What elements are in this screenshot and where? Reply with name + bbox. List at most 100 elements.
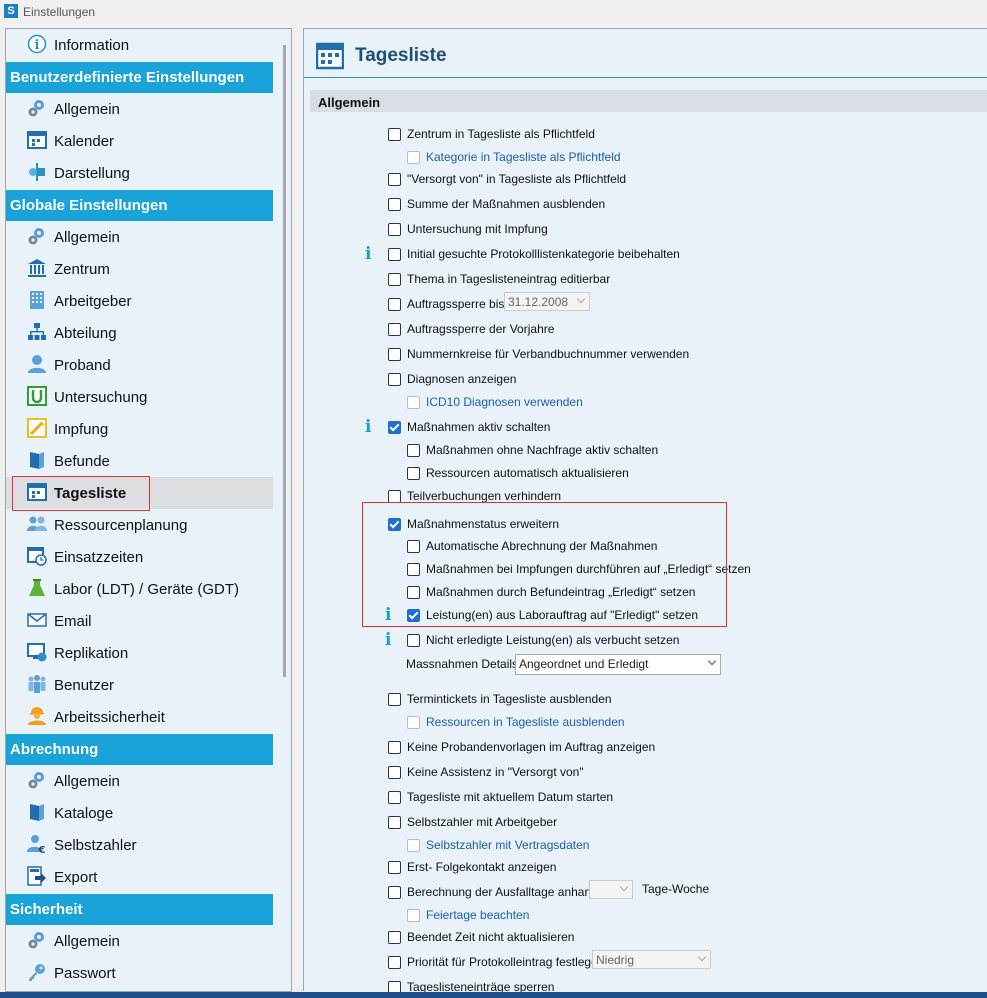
option-checkbox[interactable] bbox=[388, 931, 401, 944]
sidebar-item-ressourcenplanung[interactable]: Ressourcenplanung bbox=[6, 509, 273, 541]
massnahmen-details-value: Angeordnet und Erledigt bbox=[519, 657, 649, 671]
envelope-icon bbox=[27, 613, 47, 627]
option-checkbox[interactable] bbox=[407, 839, 420, 852]
sidebar-item-arbeitssicherheit[interactable]: Arbeitssicherheit bbox=[6, 701, 273, 733]
sidebar-item-impfung[interactable]: Impfung bbox=[6, 413, 273, 445]
option-label: ICD10 Diagnosen verwenden bbox=[426, 395, 583, 409]
info-circle-icon: i bbox=[27, 34, 47, 54]
option-checkbox[interactable] bbox=[407, 444, 420, 457]
option-checkbox[interactable] bbox=[407, 909, 420, 922]
title-divider bbox=[304, 77, 987, 78]
option-checkbox[interactable] bbox=[407, 467, 420, 480]
gears-icon bbox=[28, 228, 44, 245]
option-checkbox[interactable] bbox=[388, 223, 401, 236]
option-checkbox[interactable] bbox=[388, 956, 401, 969]
export-icon bbox=[27, 866, 46, 886]
replication-icon bbox=[27, 643, 47, 662]
sidebar-item-label: Replikation bbox=[54, 645, 129, 662]
ausfalltage-select[interactable] bbox=[589, 880, 633, 899]
flask-icon bbox=[29, 579, 45, 596]
orgchart-icon bbox=[28, 323, 46, 340]
option-label: Untersuchung mit Impfung bbox=[407, 222, 548, 236]
option-checkbox[interactable] bbox=[388, 886, 401, 899]
sidebar-item-label: Allgemein bbox=[54, 101, 120, 118]
sidebar-item-label: Email bbox=[54, 613, 92, 630]
sidebar-item-export[interactable]: Export bbox=[6, 861, 273, 893]
option-checkbox[interactable] bbox=[388, 766, 401, 779]
option-label: Maßnahmen ohne Nachfrage aktiv schalten bbox=[426, 443, 659, 457]
title-bar: S Einstellungen bbox=[0, 0, 987, 24]
sidebar-item-benutzer[interactable]: Benutzer bbox=[6, 669, 273, 701]
sidebar-item-proband[interactable]: Proband bbox=[6, 349, 273, 381]
option-checkbox[interactable] bbox=[407, 716, 420, 729]
sidebar-item-label: Zentrum bbox=[54, 261, 110, 278]
sidebar-item-kalender[interactable]: Kalender bbox=[6, 125, 273, 157]
option-checkbox[interactable] bbox=[388, 323, 401, 336]
info-icon[interactable]: i bbox=[365, 417, 371, 437]
sidebar-item-allgemein[interactable]: Allgemein bbox=[6, 765, 273, 797]
option-label: Auftragssperre bis bbox=[407, 297, 505, 311]
option-checkbox[interactable] bbox=[388, 791, 401, 804]
sidebar-item-labor[interactable]: Labor (LDT) / Geräte (GDT) bbox=[6, 573, 273, 605]
sidebar-item-untersuchung[interactable]: Untersuchung bbox=[6, 381, 273, 413]
tage-woche-label: Tage-Woche bbox=[642, 882, 710, 896]
option-checkbox[interactable] bbox=[388, 693, 401, 706]
option-checkbox[interactable] bbox=[407, 396, 420, 409]
sidebar-item-label: Arbeitgeber bbox=[54, 293, 132, 310]
sidebar-item-allgemein[interactable]: Allgemein bbox=[6, 93, 273, 125]
sidebar-item-arbeitgeber[interactable]: Arbeitgeber bbox=[6, 285, 273, 317]
sidebar-item-replikation[interactable]: Replikation bbox=[6, 637, 273, 669]
person-euro-icon: € bbox=[27, 835, 46, 854]
sidebar-item-label: Passwort bbox=[54, 965, 116, 982]
option-checkbox[interactable] bbox=[388, 198, 401, 211]
sidebar-item-allgemein[interactable]: Allgemein bbox=[6, 925, 273, 957]
sidebar-item-zentrum[interactable]: Zentrum bbox=[6, 253, 273, 285]
option-label: Maßnahmen aktiv schalten bbox=[407, 420, 551, 434]
sidebar-item-label: Export bbox=[54, 869, 98, 886]
sidebar-item-label: Abteilung bbox=[54, 325, 117, 342]
info-icon[interactable]: i bbox=[365, 244, 371, 264]
option-checkbox[interactable] bbox=[388, 128, 401, 141]
option-checkbox[interactable] bbox=[388, 373, 401, 386]
app-icon: S bbox=[4, 4, 18, 18]
sidebar-item-selbstzahler[interactable]: € Selbstzahler bbox=[6, 829, 273, 861]
priority-select[interactable]: Niedrig bbox=[592, 950, 711, 969]
info-icon[interactable]: i bbox=[385, 630, 391, 650]
sidebar-item-email[interactable]: Email bbox=[6, 605, 273, 637]
sidebar-item-passwort[interactable]: Passwort bbox=[6, 957, 273, 989]
sidebar-item-label: Ressourcenplanung bbox=[54, 517, 188, 534]
option-label: Ressourcen in Tagesliste ausblenden bbox=[426, 715, 625, 729]
sidebar-item-label: Benutzer bbox=[54, 677, 115, 694]
option-checkbox[interactable] bbox=[407, 151, 420, 164]
option-label: Keine Probandenvorlagen im Auftrag anzei… bbox=[407, 740, 656, 754]
sidebar-item-abteilung[interactable]: Abteilung bbox=[6, 317, 273, 349]
sidebar-item-allgemein[interactable]: Allgemein bbox=[6, 221, 273, 253]
option-checkbox[interactable] bbox=[388, 816, 401, 829]
sidebar-item-kataloge[interactable]: Kataloge bbox=[6, 797, 273, 829]
people-icon bbox=[27, 516, 47, 531]
option-checkbox[interactable] bbox=[388, 248, 401, 261]
option-checkbox[interactable] bbox=[388, 173, 401, 186]
option-checkbox[interactable] bbox=[407, 634, 420, 647]
sidebar-item-einsatzzeiten[interactable]: Einsatzzeiten bbox=[6, 541, 273, 573]
sidebar-item-befunde[interactable]: Befunde bbox=[6, 445, 273, 477]
option-checkbox[interactable] bbox=[388, 741, 401, 754]
sidebar-item-label: Allgemein bbox=[54, 933, 120, 950]
bottom-bar bbox=[0, 992, 987, 998]
sidebar-item-darstellung[interactable]: Darstellung bbox=[6, 157, 273, 189]
users-icon bbox=[28, 675, 46, 693]
sidebar-item-information[interactable]: i Information bbox=[6, 29, 273, 61]
option-checkbox[interactable] bbox=[388, 348, 401, 361]
date-picker[interactable]: 31.12.2008 bbox=[504, 292, 590, 311]
calendar-icon bbox=[27, 131, 47, 149]
option-checkbox[interactable] bbox=[388, 861, 401, 874]
option-label: Keine Assistenz in "Versorgt von" bbox=[407, 765, 584, 779]
option-checkbox[interactable] bbox=[388, 273, 401, 286]
option-checkbox[interactable] bbox=[388, 298, 401, 311]
sidebar-scrollbar[interactable] bbox=[283, 45, 286, 677]
option-checkbox[interactable] bbox=[388, 421, 401, 434]
clock-calendar-icon bbox=[27, 547, 47, 566]
massnahmen-details-select[interactable]: Angeordnet und Erledigt bbox=[515, 654, 721, 675]
option-label: Summe der Maßnahmen ausblenden bbox=[407, 197, 606, 211]
key-icon bbox=[29, 964, 45, 981]
